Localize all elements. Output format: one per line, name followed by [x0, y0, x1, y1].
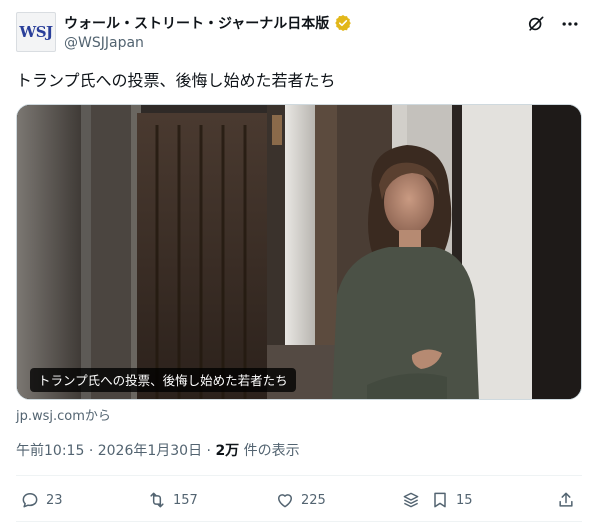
- display-name[interactable]: ウォール・ストリート・ジャーナル日本版: [64, 13, 329, 33]
- share-button[interactable]: [556, 485, 576, 515]
- repost-icon: [150, 492, 164, 508]
- reply-icon: [22, 493, 38, 508]
- divider: [16, 521, 582, 522]
- repost-count: 157: [173, 492, 198, 508]
- reply-button[interactable]: 23: [20, 485, 63, 515]
- media-caption: トランプ氏への投票、後悔し始めた若者たち: [30, 368, 296, 392]
- avatar[interactable]: WSJ: [16, 12, 56, 52]
- analytics-button[interactable]: [401, 485, 421, 515]
- reply-count: 23: [46, 492, 63, 508]
- repost-button[interactable]: 157: [147, 485, 198, 515]
- heart-icon: [278, 494, 292, 508]
- tweet-text: トランプ氏への投票、後悔し始めた若者たち: [16, 71, 336, 90]
- avatar-logo-text: WSJ: [19, 23, 53, 41]
- media-photo: [17, 105, 581, 399]
- bookmark-count: 15: [456, 492, 473, 508]
- divider: [16, 475, 582, 476]
- views-label: 件の表示: [243, 443, 300, 459]
- tweet-time[interactable]: 午前10:15: [16, 443, 84, 459]
- like-count: 225: [301, 492, 326, 508]
- author-name-row: ウォール・ストリート・ジャーナル日本版: [64, 13, 352, 33]
- tweet-meta: 午前10:15 · 2026年1月30日 · 2万 件の表示: [16, 440, 300, 460]
- layers-icon: [403, 492, 419, 508]
- more-icon[interactable]: [558, 12, 582, 36]
- like-button[interactable]: 225: [275, 485, 326, 515]
- share-icon: [559, 492, 573, 507]
- tweet-media[interactable]: トランプ氏への投票、後悔し始めた若者たち: [16, 104, 582, 400]
- grok-icon[interactable]: [524, 12, 548, 36]
- link-source[interactable]: jp.wsj.comから: [16, 405, 111, 424]
- bookmark-button[interactable]: 15: [430, 485, 473, 515]
- meta-separator: ·: [88, 443, 94, 459]
- tweet-header: WSJ ウォール・ストリート・ジャーナル日本版 @WSJJapan: [16, 10, 582, 56]
- author-handle[interactable]: @WSJJapan: [64, 35, 144, 51]
- verified-badge-icon: [335, 14, 352, 32]
- meta-separator: ·: [206, 443, 211, 459]
- action-bar: 23 157 225 15: [16, 485, 582, 515]
- tweet-date[interactable]: 2026年1月30日: [98, 443, 202, 459]
- views-count[interactable]: 2万: [215, 443, 239, 459]
- bookmark-icon: [434, 492, 446, 508]
- header-actions: [524, 12, 582, 36]
